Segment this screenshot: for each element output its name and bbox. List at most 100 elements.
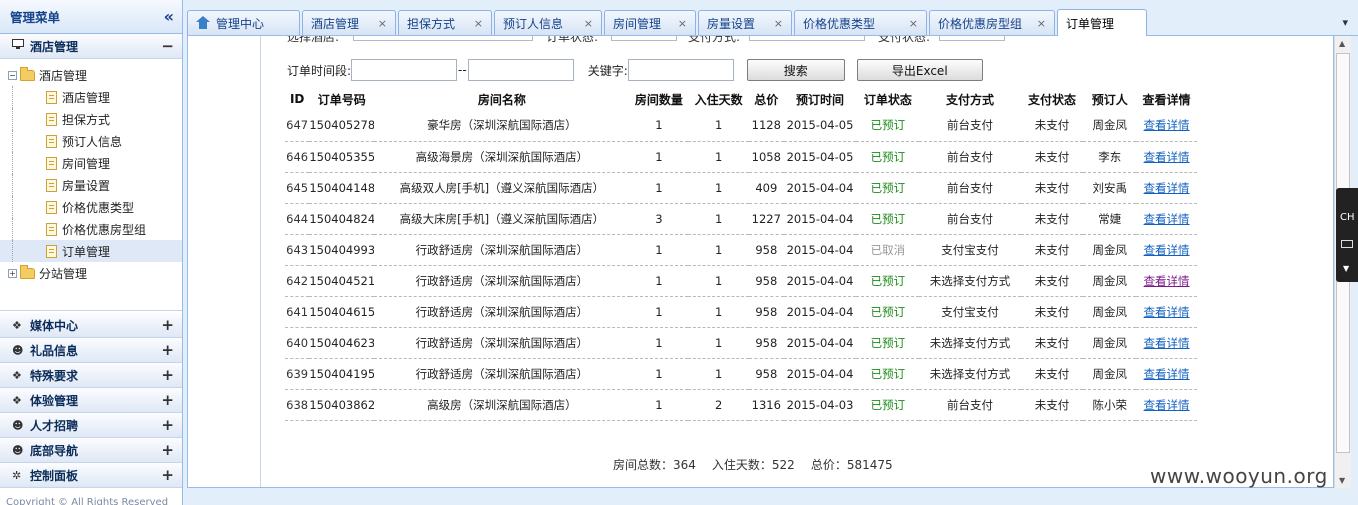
- tree-item[interactable]: 订单管理: [0, 240, 182, 262]
- table-cell: 409: [749, 172, 784, 204]
- table-cell: 2015-04-04: [783, 234, 857, 266]
- tree-item[interactable]: 价格优惠类型: [0, 196, 182, 218]
- section-toggle[interactable]: +: [161, 441, 174, 459]
- folder-open-icon: [20, 66, 35, 81]
- tree-item[interactable]: 价格优惠房型组: [0, 218, 182, 240]
- ime-toolbar[interactable]: CH ▼: [1336, 188, 1358, 282]
- table-cell: 1227: [749, 203, 784, 235]
- table-cell: 150404615: [309, 296, 375, 328]
- view-details-link[interactable]: 查看详情: [1136, 203, 1197, 235]
- caret-down-icon[interactable]: ▼: [1343, 264, 1349, 273]
- table-cell: 1: [688, 203, 750, 235]
- order-time-end-input[interactable]: [467, 59, 574, 81]
- tab-3[interactable]: 预订人信息 ×: [494, 10, 602, 35]
- table-cell: 3: [629, 203, 689, 235]
- section-toggle[interactable]: −: [161, 37, 174, 55]
- table-cell: 行政舒适房（深圳深航国际酒店）: [374, 234, 630, 266]
- menu-tree: − 酒店管理 酒店管理 担保方式 预订人信息 房间管理 房量设置 价格优惠类型 价格优惠房型…: [0, 59, 182, 311]
- view-details-link[interactable]: 查看详情: [1136, 389, 1197, 421]
- table-row: 644 150404824 高级大床房[手机]（遵义深航国际酒店） 3 1 1227 201…: [285, 203, 1197, 235]
- tab-7[interactable]: 价格优惠房型组 ×: [929, 10, 1055, 35]
- order-summary: 房间总数：364 入住天数：522 总价：581475: [613, 456, 893, 473]
- section-toggle[interactable]: +: [161, 416, 174, 434]
- users-icon: ☻: [12, 343, 24, 357]
- keyboard-icon[interactable]: [1341, 240, 1353, 248]
- section-toggle[interactable]: +: [161, 341, 174, 359]
- tree-node-hotel-root[interactable]: − 酒店管理: [0, 64, 182, 86]
- section-5[interactable]: ☻ 底部导航 +: [0, 438, 182, 463]
- view-details-link[interactable]: 查看详情: [1136, 327, 1197, 359]
- export-excel-button[interactable]: 导出Excel: [856, 59, 983, 81]
- tab-list-icon[interactable]: ▾: [1342, 16, 1348, 29]
- table-cell: 周金凤: [1083, 327, 1137, 359]
- tree-item[interactable]: 酒店管理: [0, 86, 182, 108]
- hotel-select[interactable]: [353, 36, 533, 41]
- tree-expander[interactable]: −: [8, 70, 17, 80]
- close-tab-icon[interactable]: ×: [909, 17, 918, 30]
- section-4[interactable]: ☻ 人才招聘 +: [0, 413, 182, 438]
- keyword-input[interactable]: [627, 59, 734, 81]
- page-icon: [46, 134, 57, 148]
- close-tab-icon[interactable]: ×: [474, 17, 483, 30]
- tab-strip: 管理中心 酒店管理 × 担保方式 × 预订人信息 × 房间管理 × 房量设置 × 价格优惠类型 × 价格优…: [187, 8, 1358, 36]
- tree-line: [12, 218, 13, 240]
- view-details-link[interactable]: 查看详情: [1136, 265, 1197, 297]
- tab-label: 担保方式: [407, 16, 456, 31]
- section-0[interactable]: ❖ 媒体中心 +: [0, 313, 182, 338]
- tree-line: [12, 108, 13, 130]
- page-icon: [46, 200, 57, 214]
- table-cell: 未支付: [1020, 110, 1084, 142]
- tree-node-substation[interactable]: + 分站管理: [0, 262, 182, 284]
- tab-1[interactable]: 酒店管理 ×: [302, 10, 396, 35]
- section-6[interactable]: ✲ 控制面板 +: [0, 463, 182, 488]
- tab-4[interactable]: 房间管理 ×: [604, 10, 696, 35]
- order-status-select[interactable]: [611, 36, 677, 41]
- section-3[interactable]: ❖ 体验管理 +: [0, 388, 182, 413]
- tab-0[interactable]: 管理中心: [187, 10, 300, 35]
- close-tab-icon[interactable]: ×: [1037, 17, 1046, 30]
- scroll-down-icon[interactable]: ▼: [1339, 476, 1345, 485]
- table-row: 642 150404521 行政舒适房（深圳深航国际酒店） 1 1 958 2015-04-…: [285, 265, 1197, 297]
- table-cell: 1: [629, 265, 689, 297]
- payment-status-select[interactable]: [939, 36, 1005, 41]
- view-details-link[interactable]: 查看详情: [1136, 172, 1197, 204]
- view-details-link[interactable]: 查看详情: [1136, 234, 1197, 266]
- view-details-link[interactable]: 查看详情: [1136, 358, 1197, 390]
- ime-language-label[interactable]: CH: [1340, 212, 1355, 223]
- sidebar-header: 管理菜单 «: [0, 0, 182, 34]
- tab-6[interactable]: 价格优惠类型 ×: [794, 10, 927, 35]
- search-button[interactable]: 搜索: [746, 59, 845, 81]
- tab-5[interactable]: 房量设置 ×: [698, 10, 792, 35]
- view-details-link[interactable]: 查看详情: [1136, 296, 1197, 328]
- section-toggle[interactable]: +: [161, 366, 174, 384]
- collapse-sidebar-icon[interactable]: «: [164, 7, 174, 26]
- column-header: 预订时间: [796, 92, 845, 107]
- tab-2[interactable]: 担保方式 ×: [398, 10, 492, 35]
- section-label: 媒体中心: [30, 318, 79, 333]
- tree-item[interactable]: 担保方式: [0, 108, 182, 130]
- column-header: ID: [289, 92, 305, 106]
- tree-expander[interactable]: +: [8, 268, 17, 278]
- close-tab-icon[interactable]: ×: [584, 17, 593, 30]
- close-tab-icon[interactable]: ×: [774, 17, 783, 30]
- tree-item[interactable]: 房间管理: [0, 152, 182, 174]
- section-toggle[interactable]: +: [161, 466, 174, 484]
- section-2[interactable]: ❖ 特殊要求 +: [0, 363, 182, 388]
- table-cell: 150405355: [309, 141, 375, 173]
- order-time-start-input[interactable]: [351, 59, 458, 81]
- scroll-up-icon[interactable]: ▲: [1339, 39, 1345, 48]
- section-toggle[interactable]: +: [161, 391, 174, 409]
- column-header: 支付方式: [945, 92, 994, 107]
- close-tab-icon[interactable]: ×: [678, 17, 687, 30]
- tree-item[interactable]: 预订人信息: [0, 130, 182, 152]
- view-details-link[interactable]: 查看详情: [1136, 141, 1197, 173]
- section-1[interactable]: ☻ 礼品信息 +: [0, 338, 182, 363]
- column-header: 订单状态: [863, 92, 912, 107]
- section-hotel-management[interactable]: 酒店管理 −: [0, 34, 182, 59]
- section-toggle[interactable]: +: [161, 316, 174, 334]
- tree-item[interactable]: 房量设置: [0, 174, 182, 196]
- close-tab-icon[interactable]: ×: [378, 17, 387, 30]
- view-details-link[interactable]: 查看详情: [1136, 110, 1197, 142]
- payment-method-select[interactable]: [749, 36, 865, 41]
- tab-8[interactable]: 订单管理: [1057, 9, 1147, 36]
